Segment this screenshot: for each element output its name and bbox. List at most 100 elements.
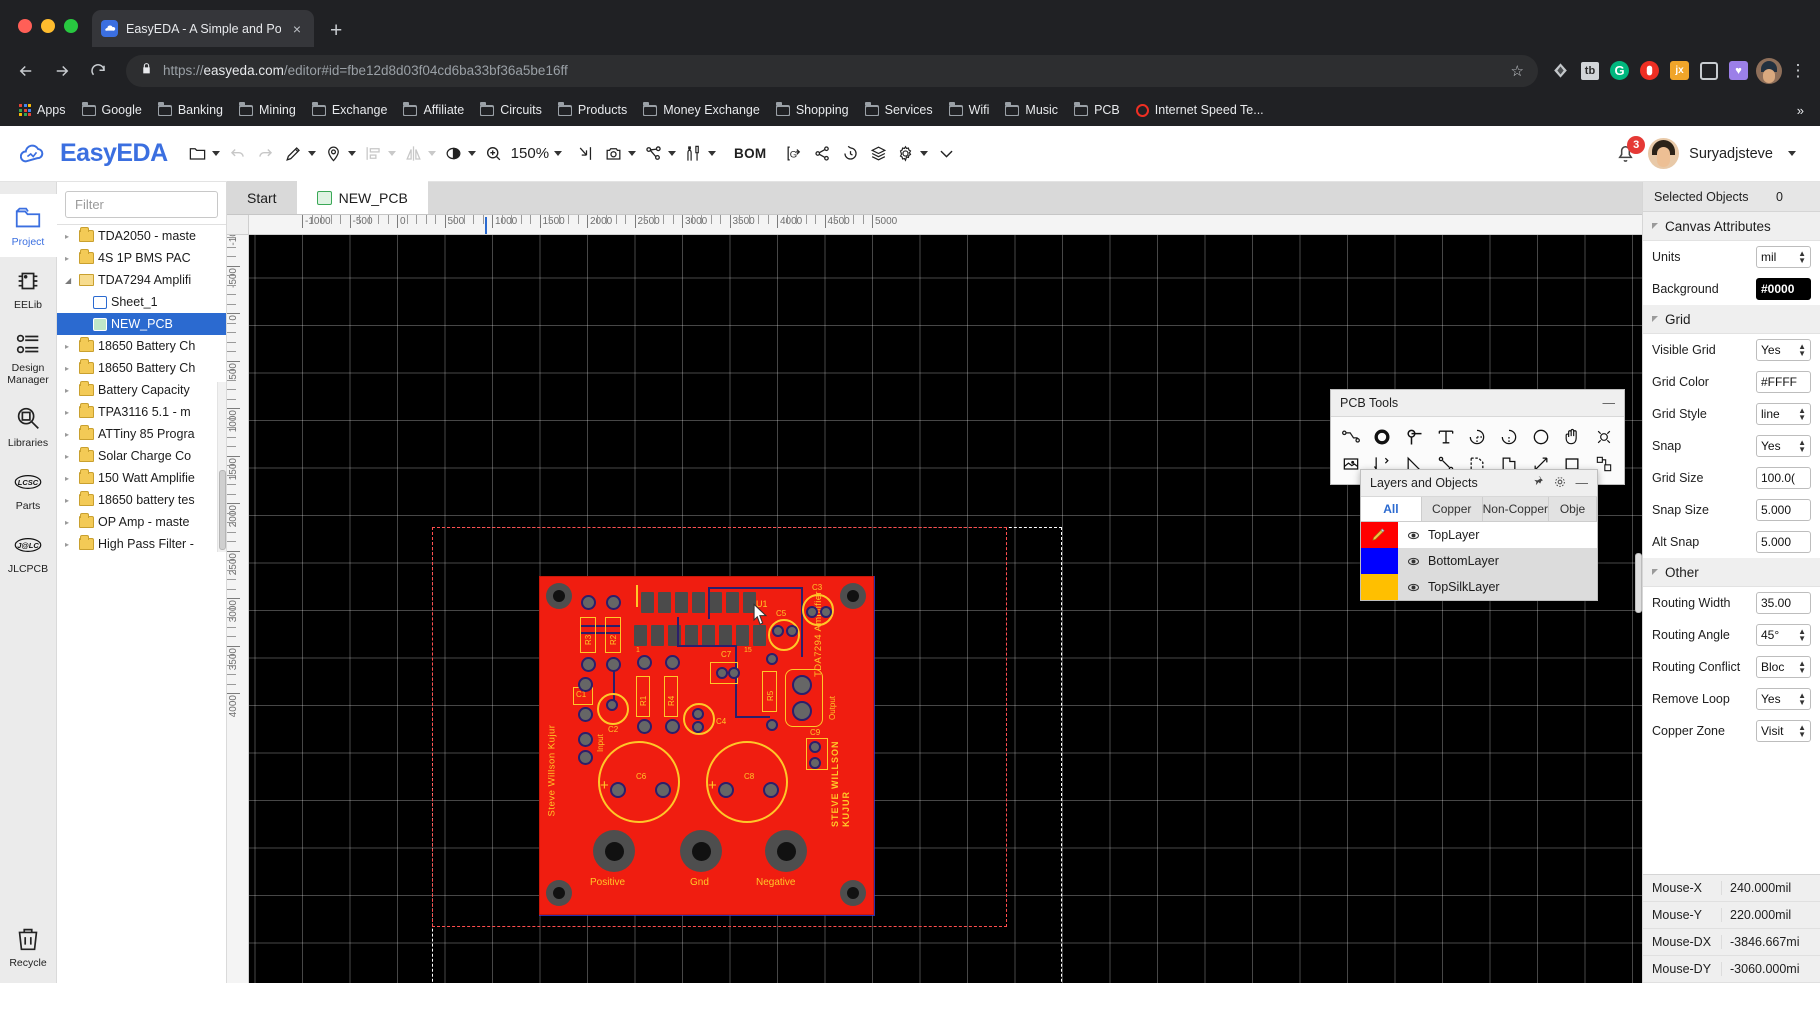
pad-icon[interactable]	[1367, 423, 1399, 450]
layer-row-bottomlayer[interactable]: BottomLayer	[1361, 548, 1597, 574]
property-value-field[interactable]: Yes ▲ ▼	[1756, 688, 1811, 710]
grammarly-lite-icon[interactable]	[1550, 61, 1570, 81]
bookmark-circuits[interactable]: Circuits	[473, 100, 549, 120]
align-button[interactable]	[360, 137, 400, 171]
tree-row[interactable]: ▸ High Pass Filter -	[57, 533, 226, 555]
minimize-icon[interactable]: —	[1603, 396, 1616, 410]
eye-icon[interactable]	[1398, 554, 1428, 569]
spinner-icon[interactable]: ▲ ▼	[1798, 250, 1806, 265]
property-value-field[interactable]: 45° ▲ ▼	[1756, 624, 1811, 646]
tab-non-copper[interactable]: Non-Copper	[1483, 497, 1549, 521]
spinner-icon[interactable]: ▲ ▼	[1798, 724, 1806, 739]
pcb-canvas[interactable]: Steve Willson Kujur TDA7294 Amplifier U1	[249, 235, 1642, 983]
tree-row[interactable]: ▸ TDA2050 - maste	[57, 225, 226, 247]
property-value-field[interactable]: #0000	[1756, 278, 1811, 300]
layer-color-swatch[interactable]	[1361, 522, 1398, 548]
tab-objects[interactable]: Obje	[1549, 497, 1597, 521]
user-avatar[interactable]	[1648, 138, 1680, 169]
property-group-header[interactable]: Canvas Attributes	[1643, 212, 1820, 241]
spinner-icon[interactable]: ▲ ▼	[1798, 660, 1806, 675]
opera-icon[interactable]	[1640, 61, 1659, 80]
username-label[interactable]: Suryadjsteve	[1689, 146, 1773, 162]
hole-icon[interactable]	[1588, 423, 1620, 450]
property-value-field[interactable]: 100.0(	[1756, 467, 1811, 489]
bookmark-affiliate[interactable]: Affiliate	[396, 100, 471, 120]
track-icon[interactable]	[1335, 423, 1367, 450]
tree-row[interactable]: ▸ OP Amp - maste	[57, 511, 226, 533]
close-tab-button[interactable]: ×	[289, 21, 305, 37]
photo-view-button[interactable]	[600, 137, 640, 171]
minimize-icon[interactable]: —	[1576, 476, 1589, 490]
layer-color-swatch[interactable]	[1361, 548, 1398, 574]
reload-button[interactable]	[82, 55, 114, 87]
pin-icon[interactable]	[1531, 475, 1544, 491]
bom-button[interactable]: BOM	[730, 137, 770, 171]
file-menu-button[interactable]	[184, 137, 224, 171]
more-button[interactable]	[932, 137, 960, 171]
circle-icon[interactable]	[1525, 423, 1557, 450]
zoom-level-label[interactable]: 150%	[511, 145, 549, 162]
eye-icon[interactable]	[1398, 528, 1428, 543]
back-button[interactable]	[10, 55, 42, 87]
redo-button[interactable]	[252, 137, 280, 171]
tubebuddy-icon[interactable]: tb	[1581, 61, 1599, 80]
square-extension-icon[interactable]	[1700, 61, 1718, 80]
tab-start[interactable]: Start	[227, 181, 297, 214]
property-value-field[interactable]: Yes ▲ ▼	[1756, 339, 1811, 361]
bookmark-services[interactable]: Services	[858, 100, 940, 120]
chevron-right-icon[interactable]: ▸	[65, 254, 75, 263]
property-value-field[interactable]: line ▲ ▼	[1756, 403, 1811, 425]
tree-row[interactable]: ▸ ATTiny 85 Progra	[57, 423, 226, 445]
chevron-right-icon[interactable]: ▸	[65, 518, 75, 527]
history-button[interactable]	[836, 137, 864, 171]
gear-icon[interactable]	[1553, 475, 1567, 492]
layer-row-topsilklayer[interactable]: TopSilkLayer	[1361, 574, 1597, 600]
property-value-field[interactable]: 35.00	[1756, 592, 1811, 614]
notifications-button[interactable]: 3	[1614, 135, 1646, 166]
tree-row[interactable]: ▸ 18650 Battery Ch	[57, 335, 226, 357]
tree-row[interactable]: ▸ TPA3116 5.1 - m	[57, 401, 226, 423]
share-button[interactable]	[808, 137, 836, 171]
text-icon[interactable]	[1430, 423, 1462, 450]
sidebar-item-recycle[interactable]: Recycle	[0, 915, 57, 983]
layers-panel-header[interactable]: Layers and Objects —	[1361, 470, 1597, 497]
bookmark-products[interactable]: Products	[551, 100, 634, 120]
chevron-right-icon[interactable]: ▸	[65, 342, 75, 351]
tree-row[interactable]: ▸ 4S 1P BMS PAC	[57, 247, 226, 269]
bookmark-star-icon[interactable]: ☆	[1511, 62, 1524, 80]
layers-and-objects-panel[interactable]: Layers and Objects — All Copper Non-Copp…	[1360, 469, 1598, 601]
chevron-right-icon[interactable]: ▸	[65, 452, 75, 461]
tab-copper[interactable]: Copper	[1422, 497, 1483, 521]
bookmark-music[interactable]: Music	[998, 100, 1065, 120]
place-tool-button[interactable]	[320, 137, 360, 171]
bookmark-apps[interactable]: Apps	[12, 100, 73, 120]
chevron-down-icon[interactable]	[1788, 151, 1796, 156]
property-value-field[interactable]: Visit ▲ ▼	[1756, 720, 1811, 742]
tree-row[interactable]: NEW_PCB	[57, 313, 226, 335]
fit-button[interactable]	[572, 137, 600, 171]
grammarly-icon[interactable]: G	[1610, 61, 1629, 80]
browser-menu-button[interactable]: ⋮	[1786, 61, 1810, 81]
sidebar-item-design-manager[interactable]: Design Manager	[0, 320, 57, 395]
chevron-right-icon[interactable]: ▸	[65, 496, 75, 505]
spinner-icon[interactable]: ▲ ▼	[1798, 407, 1806, 422]
tree-row[interactable]: ▸ Solar Charge Co	[57, 445, 226, 467]
bookmark-internet-speed-test[interactable]: Internet Speed Te...	[1129, 100, 1271, 120]
spinner-icon[interactable]: ▲ ▼	[1798, 692, 1806, 707]
zoom-button[interactable]	[480, 137, 508, 171]
pcb-tools-header[interactable]: PCB Tools —	[1331, 390, 1624, 417]
easyeda-logo[interactable]: EasyEDA	[10, 139, 184, 168]
tools-button[interactable]	[680, 137, 720, 171]
tree-row[interactable]: ▸ 18650 battery tes	[57, 489, 226, 511]
bookmark-google[interactable]: Google	[75, 100, 149, 120]
jx-icon[interactable]: jx	[1670, 61, 1689, 80]
property-value-field[interactable]: 5.000	[1756, 531, 1811, 553]
browser-profile-avatar[interactable]	[1756, 57, 1782, 84]
arc-icon[interactable]	[1462, 423, 1494, 450]
browser-tab[interactable]: EasyEDA - A Simple and Power ×	[92, 10, 314, 47]
forward-button[interactable]	[46, 55, 78, 87]
maximize-window-button[interactable]	[64, 19, 78, 33]
chevron-right-icon[interactable]: ▸	[65, 364, 75, 373]
filter-input[interactable]: Filter	[65, 191, 218, 218]
collapse-triangle-icon[interactable]	[1652, 569, 1658, 575]
